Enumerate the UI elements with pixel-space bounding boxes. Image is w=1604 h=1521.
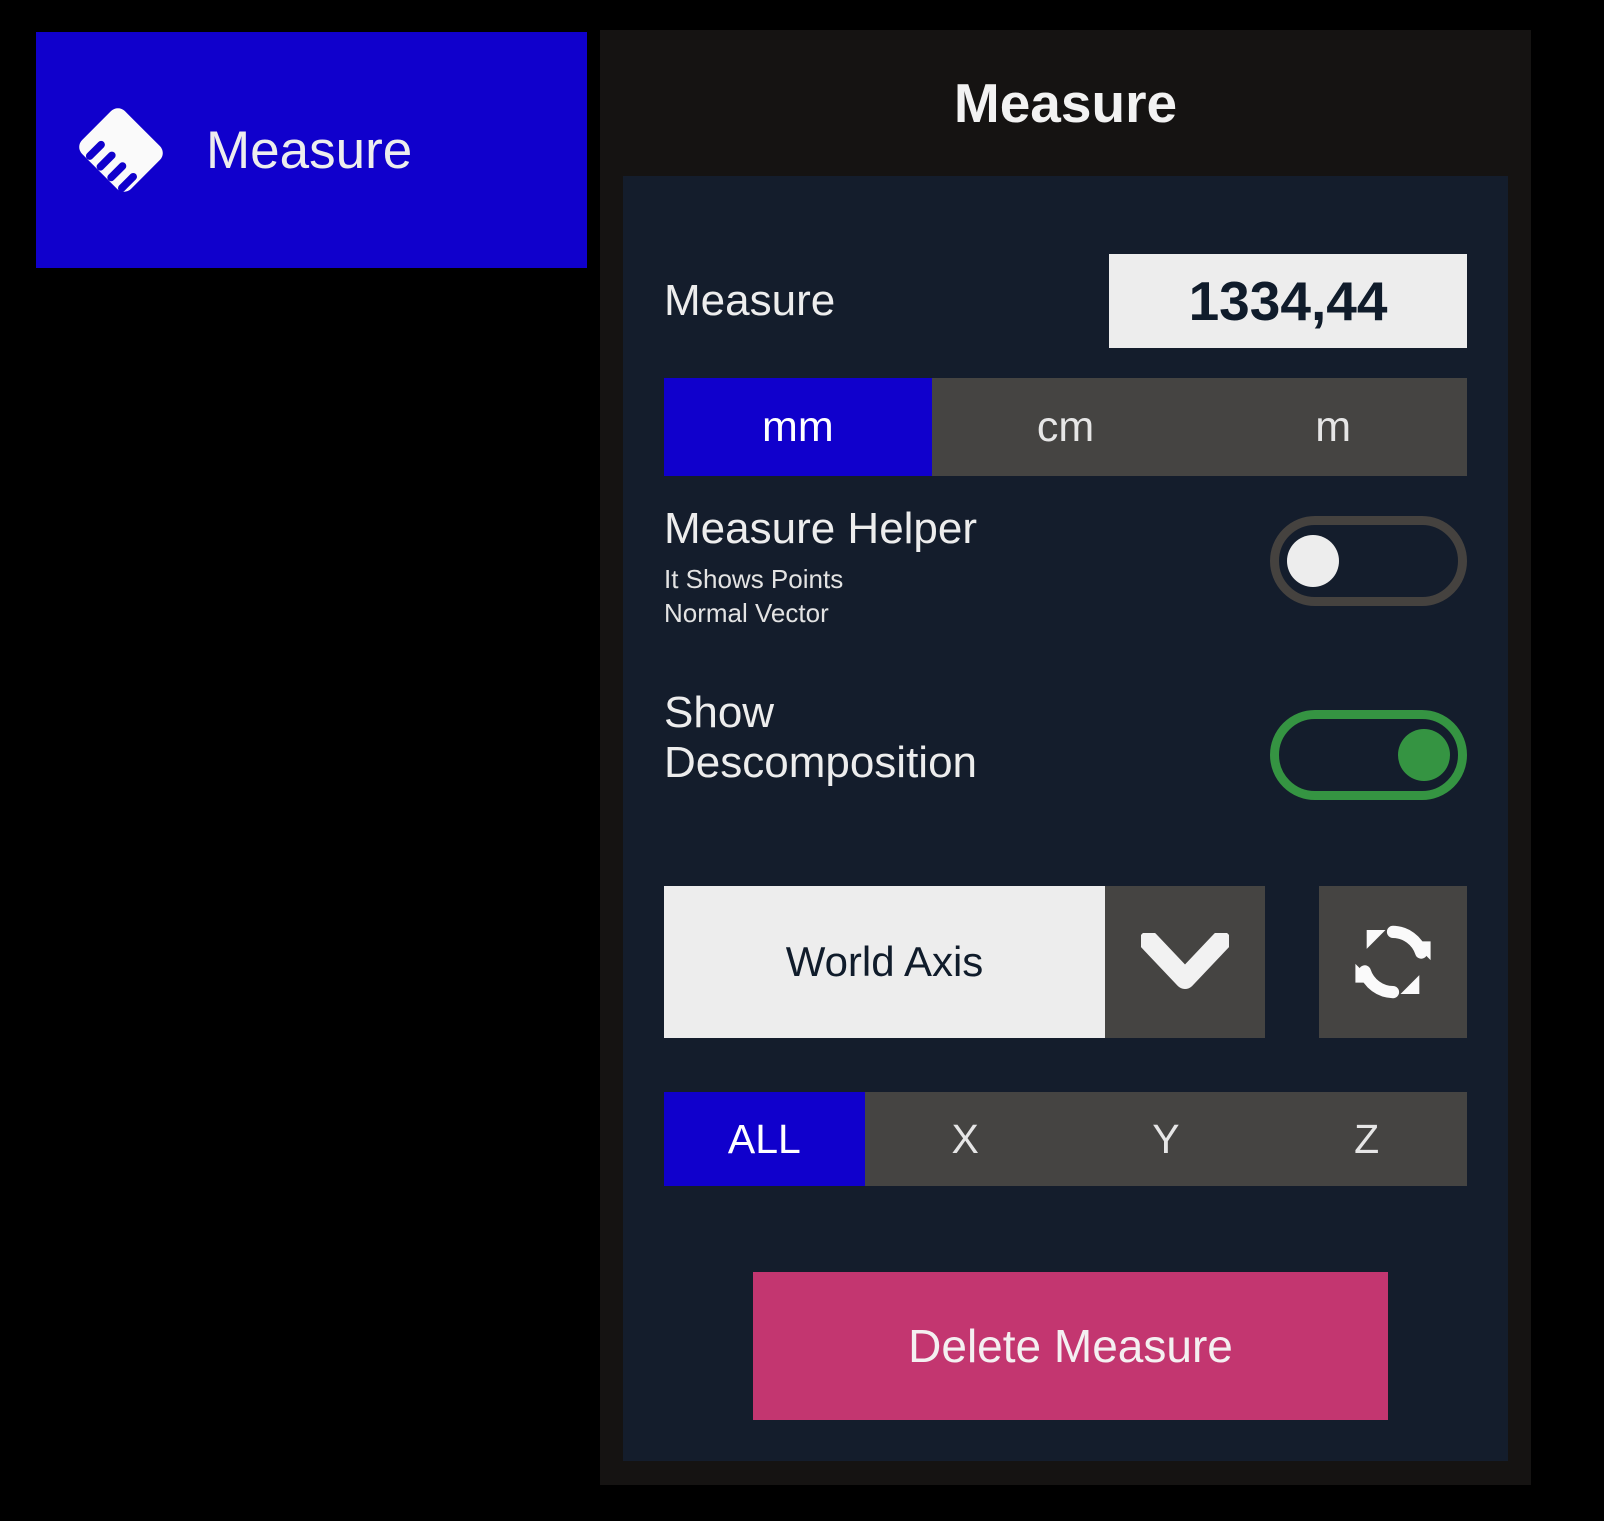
- delete-measure-button[interactable]: Delete Measure: [753, 1272, 1388, 1420]
- measure-helper-sub-line1: It Shows Points: [664, 564, 844, 594]
- measure-value-row: Measure 1334,44: [664, 254, 1467, 348]
- unit-option-m[interactable]: m: [1199, 378, 1467, 476]
- measure-value-label: Measure: [664, 276, 836, 325]
- show-descomposition-row: Show Descomposition: [664, 688, 1467, 818]
- measure-helper-row: Measure Helper It Shows Points Normal Ve…: [664, 504, 1467, 628]
- axis-dropdown[interactable]: World Axis: [664, 886, 1265, 1038]
- axis-filter-option-x[interactable]: X: [865, 1092, 1066, 1186]
- show-descomposition-toggle[interactable]: [1270, 710, 1467, 800]
- chevron-down-icon[interactable]: [1105, 886, 1265, 1038]
- axis-filter-option-y[interactable]: Y: [1066, 1092, 1267, 1186]
- axis-dropdown-row: World Axis: [664, 886, 1467, 1038]
- show-descomposition-texts: Show Descomposition: [664, 688, 977, 788]
- refresh-icon[interactable]: [1319, 886, 1467, 1038]
- measure-helper-texts: Measure Helper It Shows Points Normal Ve…: [664, 504, 977, 630]
- axis-filter-option-z[interactable]: Z: [1266, 1092, 1467, 1186]
- show-descomposition-toggle-knob: [1398, 729, 1450, 781]
- axis-filter-option-all[interactable]: ALL: [664, 1092, 865, 1186]
- unit-segmented-control: mm cm m: [664, 378, 1467, 476]
- measure-panel: Measure Measure 1334,44 mm cm m Measure …: [600, 30, 1531, 1485]
- measure-tool-button[interactable]: Measure: [36, 32, 587, 268]
- measure-helper-sub-line2: Normal Vector: [664, 598, 829, 628]
- ruler-icon: [36, 96, 206, 204]
- measure-value-field[interactable]: 1334,44: [1109, 254, 1467, 348]
- measure-settings-card: Measure 1334,44 mm cm m Measure Helper I…: [623, 176, 1508, 1461]
- panel-title: Measure: [953, 72, 1178, 134]
- show-descomposition-title: Show Descomposition: [664, 688, 978, 787]
- axis-filter-segmented-control: ALL X Y Z: [664, 1092, 1467, 1186]
- measure-tool-label: Measure: [206, 120, 413, 180]
- measure-helper-toggle-knob: [1287, 535, 1339, 587]
- unit-option-cm[interactable]: cm: [932, 378, 1200, 476]
- unit-option-mm[interactable]: mm: [664, 378, 932, 476]
- measure-helper-title: Measure Helper: [664, 504, 978, 553]
- measure-helper-subtitle: It Shows Points Normal Vector: [664, 562, 977, 630]
- measure-helper-toggle[interactable]: [1270, 516, 1467, 606]
- axis-dropdown-value[interactable]: World Axis: [664, 886, 1105, 1038]
